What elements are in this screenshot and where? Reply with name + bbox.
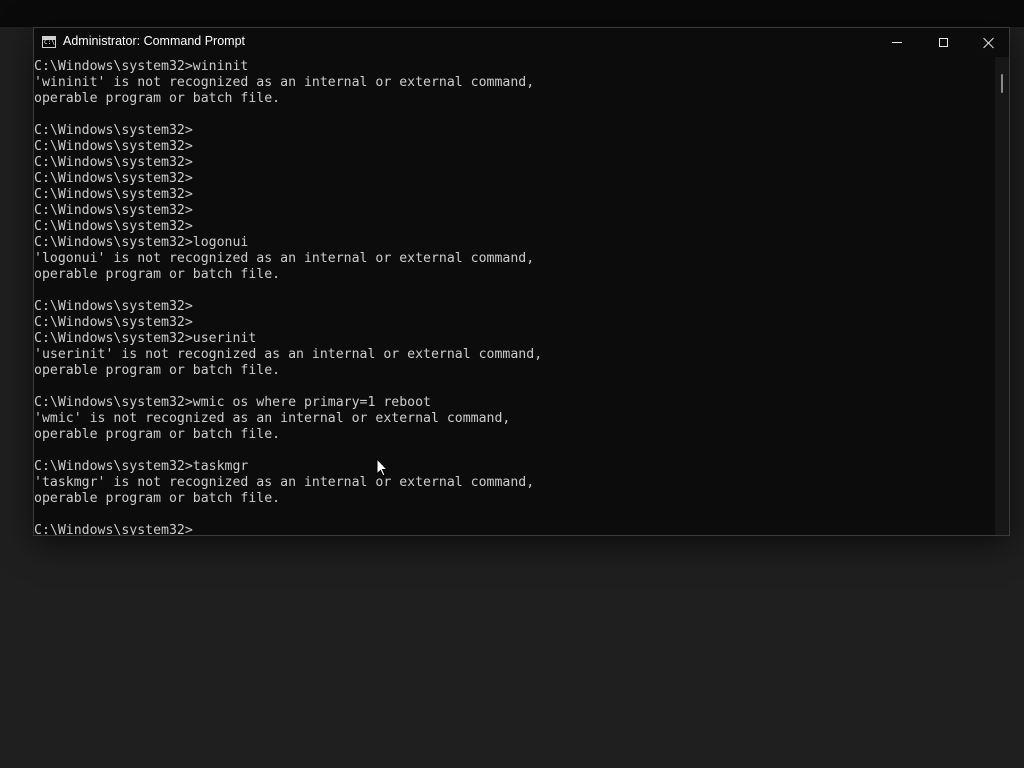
- minimize-button[interactable]: [874, 28, 920, 57]
- console-line: C:\Windows\system32>: [34, 315, 193, 330]
- console-line: C:\Windows\system32>wininit: [34, 59, 249, 74]
- console-line: operable program or batch file.: [34, 91, 281, 106]
- console-line: C:\Windows\system32>: [34, 139, 193, 154]
- console-line: C:\Windows\system32>: [34, 155, 193, 170]
- close-button[interactable]: [966, 28, 1012, 57]
- console-line: C:\Windows\system32>: [34, 187, 193, 202]
- console-line: 'wininit' is not recognized as an intern…: [34, 75, 535, 90]
- console-output[interactable]: C:\Windows\system32>wininit'wininit' is …: [34, 57, 993, 535]
- command-prompt-window[interactable]: C:\ Administrator: Command Prompt C:\Win…: [33, 27, 1010, 536]
- maximize-icon: [938, 38, 948, 47]
- console-line: operable program or batch file.: [34, 267, 281, 282]
- desktop-top-band: [0, 0, 1024, 27]
- title-bar[interactable]: C:\ Administrator: Command Prompt: [34, 28, 1009, 57]
- command-prompt-icon: C:\: [42, 36, 56, 48]
- console-line: C:\Windows\system32>: [34, 123, 193, 138]
- maximize-button[interactable]: [920, 28, 966, 57]
- console-line: C:\Windows\system32>userinit: [34, 331, 257, 346]
- console-line: 'taskmgr' is not recognized as an intern…: [34, 475, 535, 490]
- console-line: 'userinit' is not recognized as an inter…: [34, 347, 543, 362]
- console-line: 'logonui' is not recognized as an intern…: [34, 251, 535, 266]
- console-line: C:\Windows\system32>: [34, 523, 193, 535]
- window-title: Administrator: Command Prompt: [63, 34, 246, 48]
- console-line: C:\Windows\system32>logonui: [34, 235, 249, 250]
- console-line: C:\Windows\system32>: [34, 203, 193, 218]
- scrollbar-thumb[interactable]: [1001, 74, 1003, 93]
- minimize-icon: [892, 42, 902, 43]
- icon-glyph-text: C:\: [44, 39, 55, 46]
- console-line: C:\Windows\system32>: [34, 171, 193, 186]
- console-lines: C:\Windows\system32>wininit'wininit' is …: [34, 59, 542, 535]
- console-line: operable program or batch file.: [34, 363, 281, 378]
- console-line: 'wmic' is not recognized as an internal …: [34, 411, 511, 426]
- close-icon: [983, 37, 995, 49]
- console-line: operable program or batch file.: [34, 491, 281, 506]
- console-line: C:\Windows\system32>wmic os where primar…: [34, 395, 431, 410]
- console-line: C:\Windows\system32>: [34, 219, 193, 234]
- console-line: C:\Windows\system32>taskmgr: [34, 459, 249, 474]
- mouse-pointer-icon: [376, 458, 388, 477]
- vertical-scrollbar[interactable]: [995, 57, 1009, 535]
- console-line: operable program or batch file.: [34, 427, 281, 442]
- console-line: C:\Windows\system32>: [34, 299, 193, 314]
